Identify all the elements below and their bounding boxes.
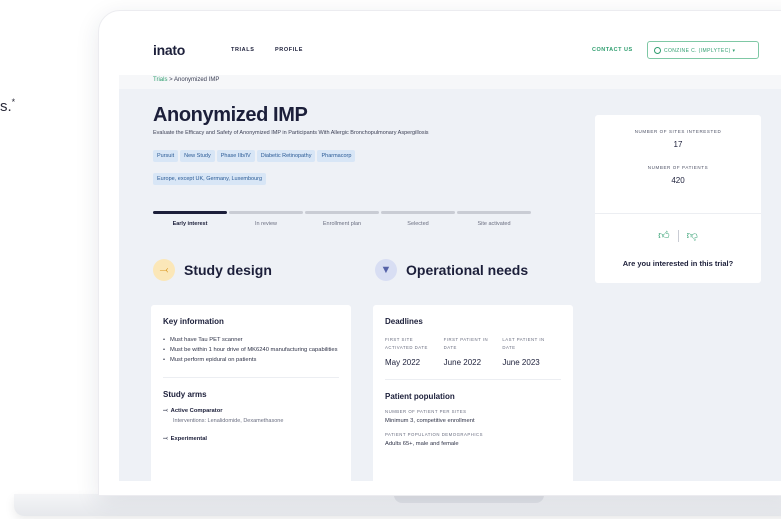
interest-vote: 👍︎ 👎︎	[595, 229, 761, 242]
operational-needs-heading: ▼ Operational needs	[375, 259, 528, 281]
patients-label: NUMBER OF PATIENTS	[647, 165, 709, 170]
progress-step-bar	[229, 211, 303, 214]
key-information-list: Must have Tau PET scanner Must be within…	[163, 335, 339, 365]
study-arm: ⤙ Experimental	[163, 436, 339, 443]
sites-interested-label: NUMBER OF SITES INTERESTED	[634, 129, 722, 134]
progress-step-bar	[305, 211, 379, 214]
deadline-value: May 2022	[385, 358, 421, 367]
contact-us-link[interactable]: CONTACT US	[592, 47, 633, 53]
user-menu-button[interactable]: CONZINE C. (IMPLYTEC) ▾	[647, 41, 759, 59]
breadcrumb-trials[interactable]: Trials	[153, 77, 167, 83]
page-title: Anonymized IMP	[153, 104, 308, 126]
trial-stats-card: NUMBER OF SITES INTERESTED 17 NUMBER OF …	[595, 115, 761, 283]
interest-question: Are you interested in this trial?	[622, 259, 734, 268]
sites-interested-value: 17	[673, 140, 683, 149]
tag: New Study	[180, 150, 215, 162]
deadlines-card: Deadlines FIRST SITE ACTIVATED DATE May …	[373, 305, 573, 481]
divider	[385, 379, 561, 380]
laptop-frame: inato TRIALS PROFILE CONTACT US CONZINE …	[98, 10, 781, 496]
deadline-label: LAST PATIENT IN DATE	[502, 337, 545, 350]
laptop-base	[14, 494, 781, 516]
tag: Pharmacorp	[317, 150, 356, 162]
deadline-label: FIRST SITE ACTIVATED DATE	[385, 337, 428, 350]
list-item: Must have Tau PET scanner	[163, 335, 339, 345]
tag: Phase IIb/IV	[216, 150, 255, 162]
study-arm: ⤙ Active Comparator Interventions: Lenali…	[163, 408, 339, 424]
study-arms-title: Study arms	[163, 390, 207, 399]
deadline-value: June 2023	[502, 358, 540, 367]
tag: Pursuit	[153, 150, 179, 162]
deadline-item: FIRST PATIENT IN DATE June 2022	[444, 336, 499, 367]
user-name: CONZINE C. (IMPLYTEC)	[664, 47, 731, 54]
thumbs-up-icon[interactable]: 👍︎	[650, 229, 678, 242]
progress-step-label: Site activated	[477, 221, 511, 227]
progress-step-label: Enrollment plan	[322, 221, 362, 227]
deadlines-title: Deadlines	[385, 317, 423, 326]
deadlines-grid: FIRST SITE ACTIVATED DATE May 2022 FIRST…	[385, 336, 561, 367]
arm-interventions: Interventions: Lenalidomide, Dexamethaso…	[173, 418, 284, 424]
breadcrumb-separator: >	[169, 77, 173, 83]
funnel-icon: ▼	[375, 259, 397, 281]
patients-per-site-label: NUMBER OF PATIENT PER SITES	[385, 409, 467, 414]
trial-subtitle: Evaluate the Efficacy and Safety of Anon…	[153, 130, 429, 136]
patients-value: 420	[671, 176, 685, 185]
key-information-title: Key information	[163, 317, 224, 326]
logo[interactable]: inato	[153, 42, 185, 58]
progress-step-bar	[381, 211, 455, 214]
trial-tags: Pursuit New Study Phase IIb/IV Diabetic Ret…	[153, 144, 453, 190]
progress-step-label: In review	[254, 221, 277, 227]
list-item: Must be within 1 hour drive of MK6240 ma…	[163, 345, 339, 355]
arm-name: Active Comparator	[170, 408, 223, 414]
study-design-title: Study design	[184, 262, 272, 278]
top-nav: inato TRIALS PROFILE CONTACT US CONZINE …	[119, 31, 781, 75]
arm-name: Experimental	[170, 436, 208, 442]
progress-step-bar	[153, 211, 227, 214]
patients-per-site-value: Minimum 3, competitive enrollment	[385, 418, 475, 424]
progress-step-label: Selected	[407, 221, 429, 227]
demographics-value: Adults 65+, male and female	[385, 441, 459, 447]
branch-icon: ⤙	[153, 259, 175, 281]
app-screen: inato TRIALS PROFILE CONTACT US CONZINE …	[119, 31, 781, 481]
progress-step-bar	[457, 211, 531, 214]
divider	[163, 377, 339, 378]
patient-population-title: Patient population	[385, 392, 455, 401]
tag: Europe, except UK, Germany, Luxembourg	[153, 173, 267, 185]
operational-needs-title: Operational needs	[406, 262, 529, 278]
user-icon	[654, 47, 661, 54]
deadline-value: June 2022	[443, 358, 482, 367]
marketing-stage: s.* inato TRIALS PROFILE CONTACT US CONZ…	[0, 0, 781, 519]
branch-icon: ⤙	[163, 408, 168, 414]
tag: Diabetic Retinopathy	[256, 150, 316, 162]
thumbs-down-icon[interactable]: 👎︎	[679, 229, 706, 242]
deadline-item: FIRST SITE ACTIVATED DATE May 2022	[385, 336, 440, 367]
list-item: Must perform epidural on patients	[163, 355, 339, 365]
progress-step-label: Early interest	[172, 221, 208, 227]
branch-icon: ⤙	[163, 436, 168, 442]
deadline-item: LAST PATIENT IN DATE June 2023	[502, 336, 557, 367]
key-information-card: Key information Must have Tau PET scanne…	[151, 305, 351, 481]
divider	[595, 213, 761, 214]
study-design-heading: ⤙ Study design	[153, 259, 272, 281]
chevron-down-icon: ▾	[732, 47, 736, 54]
nav-profile[interactable]: PROFILE	[275, 47, 303, 53]
deadline-label: FIRST PATIENT IN DATE	[443, 337, 489, 350]
demographics-label: PATIENT POPULATION DEMOGRAPHICS	[385, 432, 484, 437]
nav-trials[interactable]: TRIALS	[231, 47, 254, 53]
breadcrumb: Trials > Anonymized IMP	[153, 77, 219, 83]
breadcrumb-current: Anonymized IMP	[173, 77, 220, 83]
cropped-marketing-text: s.*	[0, 97, 16, 115]
